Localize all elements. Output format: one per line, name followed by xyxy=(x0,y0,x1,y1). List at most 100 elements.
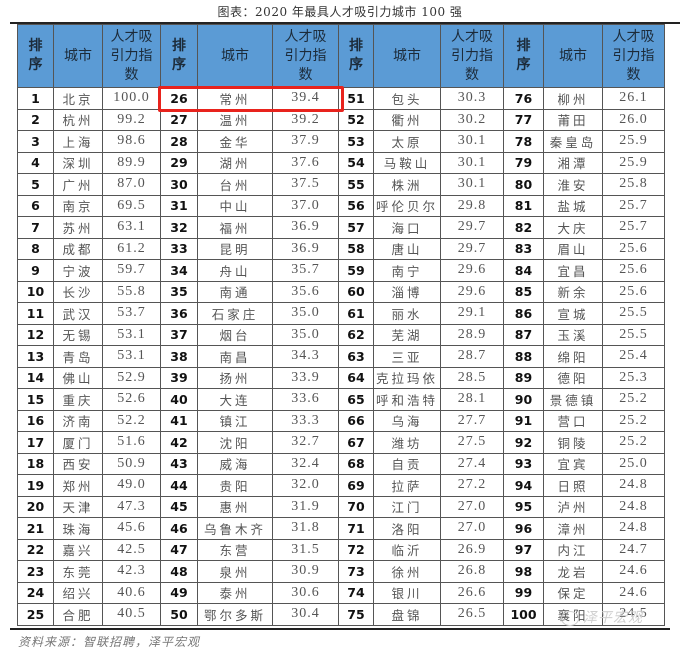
index-cell: 30.4 xyxy=(272,603,339,626)
rank-cell: 91 xyxy=(503,409,544,432)
index-cell: 25.9 xyxy=(602,151,665,174)
index-cell: 50.9 xyxy=(102,452,161,475)
index-cell: 49.0 xyxy=(102,474,161,497)
index-cell: 25.6 xyxy=(602,280,665,303)
table-row: 19 郑州 49.0 44 贵阳 32.0 69 拉萨 27.2 94 日照 24.8 xyxy=(17,474,665,497)
rank-cell: 82 xyxy=(503,216,544,239)
city-cell: 乌海 xyxy=(373,409,441,432)
rank-cell: 66 xyxy=(338,409,374,432)
rank-cell: 60 xyxy=(338,280,374,303)
index-cell: 27.4 xyxy=(440,452,504,475)
city-cell: 泸州 xyxy=(543,495,603,518)
index-cell: 24.6 xyxy=(602,560,665,583)
rank-cell: 87 xyxy=(503,323,544,346)
rank-cell: 46 xyxy=(160,517,198,540)
rank-cell: 17 xyxy=(17,431,54,454)
city-cell: 石家庄 xyxy=(197,302,273,325)
table-row: 24 绍兴 40.6 49 泰州 30.6 74 银川 26.6 99 保定 24.6 xyxy=(17,581,665,604)
index-cell: 27.5 xyxy=(440,431,504,454)
rank-cell: 23 xyxy=(17,560,54,583)
city-cell: 德阳 xyxy=(543,366,603,389)
index-cell: 24.8 xyxy=(602,495,665,518)
table-row: 12 无锡 53.1 37 烟台 35.0 62 芜湖 28.9 87 玉溪 25.5 xyxy=(17,323,665,346)
rank-cell: 85 xyxy=(503,280,544,303)
table-row: 10 长沙 55.8 35 南通 35.6 60 淄博 29.6 85 新余 25.6 xyxy=(17,280,665,303)
city-cell: 福州 xyxy=(197,216,273,239)
index-cell: 25.8 xyxy=(602,173,665,196)
rank-cell: 93 xyxy=(503,452,544,475)
index-cell: 31.9 xyxy=(272,495,339,518)
city-cell: 包头 xyxy=(373,87,441,110)
city-cell: 郑州 xyxy=(53,474,103,497)
city-cell: 柳州 xyxy=(543,87,603,110)
rank-cell: 79 xyxy=(503,151,544,174)
index-cell: 33.9 xyxy=(272,366,339,389)
city-cell: 营口 xyxy=(543,409,603,432)
city-cell: 贵阳 xyxy=(197,474,273,497)
rank-cell: 58 xyxy=(338,237,374,260)
city-cell: 保定 xyxy=(543,581,603,604)
index-cell: 37.9 xyxy=(272,130,339,153)
rank-cell: 73 xyxy=(338,560,374,583)
rank-cell: 76 xyxy=(503,87,544,110)
index-cell: 52.2 xyxy=(102,409,161,432)
city-cell: 北京 xyxy=(53,87,103,110)
city-cell: 海口 xyxy=(373,216,441,239)
city-cell: 厦门 xyxy=(53,431,103,454)
city-cell: 广州 xyxy=(53,173,103,196)
index-cell: 51.6 xyxy=(102,431,161,454)
city-cell: 呼伦贝尔 xyxy=(373,194,441,217)
city-cell: 杭州 xyxy=(53,108,103,131)
city-cell: 秦皇岛 xyxy=(543,130,603,153)
city-cell: 洛阳 xyxy=(373,517,441,540)
rank-cell: 24 xyxy=(17,581,54,604)
index-cell: 28.1 xyxy=(440,388,504,411)
rank-cell: 21 xyxy=(17,517,54,540)
city-cell: 宜宾 xyxy=(543,452,603,475)
city-cell: 内江 xyxy=(543,538,603,561)
index-cell: 36.9 xyxy=(272,237,339,260)
index-cell: 52.9 xyxy=(102,366,161,389)
index-cell: 24.6 xyxy=(602,581,665,604)
index-cell: 33.3 xyxy=(272,409,339,432)
wechat-icon xyxy=(561,610,579,626)
rank-cell: 78 xyxy=(503,130,544,153)
city-cell: 常州 xyxy=(197,87,273,110)
index-cell: 25.5 xyxy=(602,302,665,325)
header-rank: 排序 xyxy=(338,24,374,88)
rank-cell: 19 xyxy=(17,474,54,497)
rank-cell: 77 xyxy=(503,108,544,131)
rank-cell: 4 xyxy=(17,151,54,174)
city-cell: 沈阳 xyxy=(197,431,273,454)
index-cell: 26.0 xyxy=(602,108,665,131)
rank-cell: 16 xyxy=(17,409,54,432)
index-cell: 53.1 xyxy=(102,345,161,368)
rank-cell: 36 xyxy=(160,302,198,325)
rank-cell: 96 xyxy=(503,517,544,540)
rank-cell: 69 xyxy=(338,474,374,497)
index-cell: 100.0 xyxy=(102,87,161,110)
city-cell: 台州 xyxy=(197,173,273,196)
index-cell: 25.2 xyxy=(602,388,665,411)
rank-cell: 99 xyxy=(503,581,544,604)
table-row: 6 南京 69.5 31 中山 37.0 56 呼伦贝尔 29.8 81 盐城 25.7 xyxy=(17,194,665,217)
table-row: 15 重庆 52.6 40 大连 33.6 65 呼和浩特 28.1 90 景德镇 25.2 xyxy=(17,388,665,411)
city-cell: 中山 xyxy=(197,194,273,217)
city-cell: 拉萨 xyxy=(373,474,441,497)
rank-cell: 26 xyxy=(160,87,198,110)
city-cell: 玉溪 xyxy=(543,323,603,346)
index-cell: 35.0 xyxy=(272,323,339,346)
header-index: 人才吸 引力指数 xyxy=(602,24,665,88)
rank-cell: 53 xyxy=(338,130,374,153)
city-cell: 潍坊 xyxy=(373,431,441,454)
index-cell: 37.0 xyxy=(272,194,339,217)
city-cell: 烟台 xyxy=(197,323,273,346)
watermark-text: 泽平宏观 xyxy=(583,610,643,626)
city-cell: 日照 xyxy=(543,474,603,497)
city-cell: 绵阳 xyxy=(543,345,603,368)
rank-cell: 56 xyxy=(338,194,374,217)
rank-cell: 1 xyxy=(17,87,54,110)
city-cell: 深圳 xyxy=(53,151,103,174)
rank-cell: 98 xyxy=(503,560,544,583)
index-cell: 30.1 xyxy=(440,173,504,196)
